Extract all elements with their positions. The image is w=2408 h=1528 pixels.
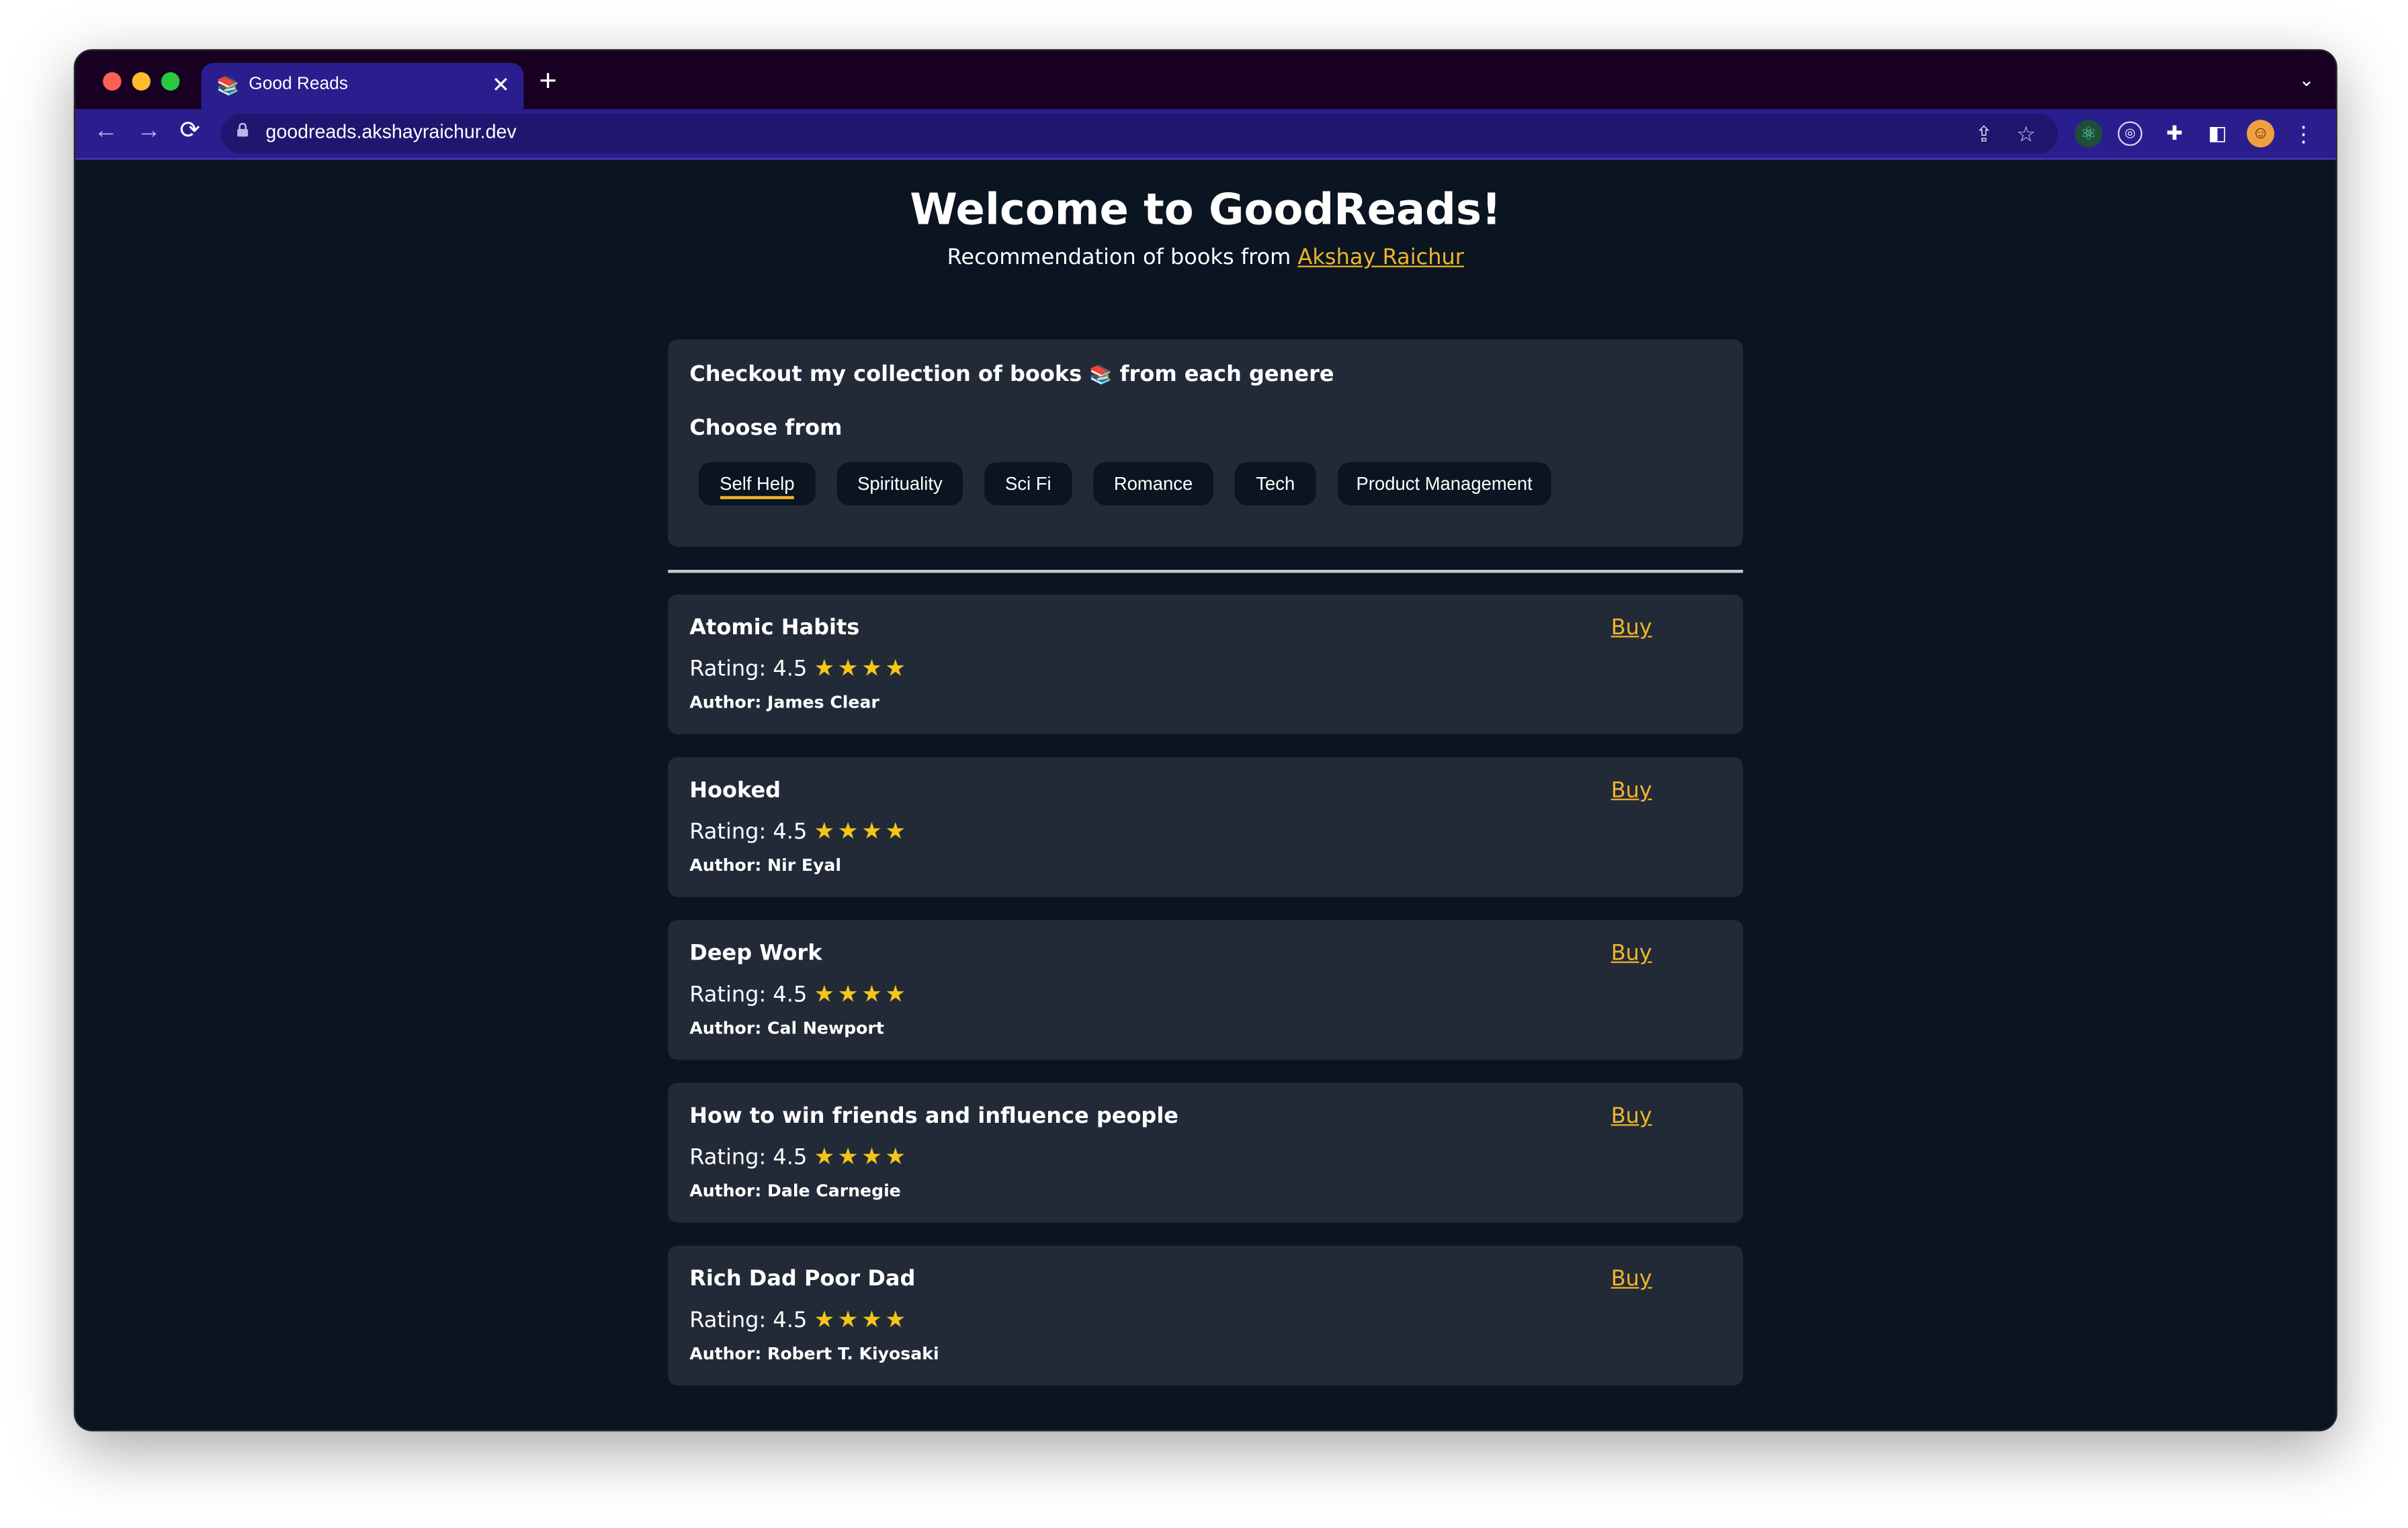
book-rating: Rating: 4.5 ★★★★ [689,1143,908,1171]
book-title: How to win friends and influence people [689,1104,1179,1129]
rating-label: Rating: [689,657,767,682]
stage: 📚 Good Reads ✕ + ⌄ ← → ⟳ goodreads.aksha… [0,0,2408,1528]
browser-toolbar: ← → ⟳ goodreads.akshayraichur.dev ⇪ ☆ ⚛ … [75,109,2336,160]
rating-label: Rating: [689,1146,767,1171]
rating-value: 4.5 [773,1146,808,1171]
rating-stars-icon: ★★★★ [814,816,909,845]
book-rating: Rating: 4.5 ★★★★ [689,980,908,1007]
book-rating: Rating: 4.5 ★★★★ [689,1306,908,1333]
buy-link[interactable]: Buy [1611,1104,1652,1129]
reload-icon[interactable]: ⟳ [179,118,200,146]
book-author: Author: James Clear [689,692,879,713]
category-label: Tech [1256,472,1295,495]
category-label: Sci Fi [1004,472,1051,495]
collection-heading: Checkout my collection of books 📚 from e… [689,362,1334,387]
book-card-atomic-habits: Atomic Habits Rating: 4.5 ★★★★ Author: J… [668,594,1744,734]
book-title: Atomic Habits [689,616,860,641]
book-rating: Rating: 4.5 ★★★★ [689,654,908,682]
books-favicon-icon: 📚 [216,75,240,97]
choose-label: Choose from [689,416,843,441]
new-tab-button[interactable]: + [539,66,557,97]
books-emoji-icon: 📚 [1089,364,1113,386]
rating-stars-icon: ★★★★ [814,654,909,682]
rating-stars-icon: ★★★★ [814,980,909,1008]
back-arrow-icon[interactable]: ← [93,118,118,146]
tab-title: Good Reads [249,75,348,94]
category-button-self-help[interactable]: Self Help [698,462,816,505]
url-text: goodreads.akshayraichur.dev [265,121,517,143]
category-button-romance[interactable]: Romance [1093,462,1213,505]
lock-icon [237,122,249,137]
book-title: Hooked [689,778,781,804]
address-bar[interactable]: goodreads.akshayraichur.dev ⇪ ☆ [221,114,2058,154]
more-menu-icon[interactable]: ⋮ [2290,120,2317,147]
book-card-deep-work: Deep Work Rating: 4.5 ★★★★ Author: Cal N… [668,920,1744,1060]
rating-value: 4.5 [773,657,808,682]
genre-panel: Checkout my collection of books 📚 from e… [668,339,1744,547]
tab-search-chevron-icon[interactable]: ⌄ [2299,69,2315,91]
rating-stars-icon: ★★★★ [814,1305,909,1333]
category-label: Spirituality [857,472,943,495]
rating-value: 4.5 [773,820,808,845]
buy-link[interactable]: Buy [1611,941,1652,966]
rating-label: Rating: [689,1308,767,1333]
side-panel-icon[interactable]: ◧ [2204,120,2231,147]
close-tab-icon[interactable]: ✕ [492,72,510,98]
collection-heading-text: Checkout my collection of books [689,362,1082,387]
category-label: Romance [1113,472,1193,495]
tab-strip: 📚 Good Reads ✕ + ⌄ [75,50,2336,110]
book-title: Deep Work [689,941,822,966]
buy-link[interactable]: Buy [1611,616,1652,641]
book-rating: Rating: 4.5 ★★★★ [689,817,908,845]
profile-avatar[interactable]: ☺ [2246,120,2275,148]
category-button-tech[interactable]: Tech [1234,462,1316,505]
book-card-hooked: Hooked Rating: 4.5 ★★★★ Author: Nir Eyal… [668,757,1744,897]
target-extension-icon[interactable]: ◎ [2117,121,2143,146]
section-divider [668,569,1744,573]
book-author: Author: Dale Carnegie [689,1181,901,1201]
forward-arrow-icon[interactable]: → [136,118,161,146]
page-content: Welcome to GoodReads! Recommendation of … [75,159,2336,1430]
react-devtools-extension-icon[interactable]: ⚛ [2074,120,2103,148]
category-label: Self Help [720,472,795,499]
bookmark-star-icon[interactable]: ☆ [2016,120,2036,147]
collection-heading-suffix: from each genere [1119,362,1334,387]
minimize-window-button[interactable] [132,72,150,91]
tab-good-reads[interactable]: 📚 Good Reads ✕ [201,62,524,110]
category-button-spirituality[interactable]: Spirituality [836,462,963,505]
book-title: Rich Dad Poor Dad [689,1267,916,1292]
buy-link[interactable]: Buy [1611,1267,1652,1292]
share-icon[interactable]: ⇪ [1975,120,1993,147]
page-title: Welcome to GoodReads! [910,184,1502,235]
close-window-button[interactable] [103,72,122,91]
book-author: Author: Cal Newport [689,1018,884,1039]
rating-label: Rating: [689,820,767,845]
rating-value: 4.5 [773,1308,808,1333]
category-button-product-management[interactable]: Product Management [1337,462,1551,505]
book-card-rich-dad-poor-dad: Rich Dad Poor Dad Rating: 4.5 ★★★★ Autho… [668,1245,1744,1386]
category-button-sci-fi[interactable]: Sci Fi [984,462,1072,505]
rating-value: 4.5 [773,982,808,1008]
book-card-how-to-win-friends: How to win friends and influence people … [668,1083,1744,1223]
extensions-puzzle-icon[interactable]: ✚ [2161,120,2188,147]
buy-link[interactable]: Buy [1611,779,1652,804]
book-author: Author: Robert T. Kiyosaki [689,1343,939,1364]
author-link[interactable]: Akshay Raichur [1297,246,1463,271]
rating-label: Rating: [689,982,767,1008]
browser-window: 📚 Good Reads ✕ + ⌄ ← → ⟳ goodreads.aksha… [73,49,2337,1432]
category-label: Product Management [1356,472,1533,495]
book-author: Author: Nir Eyal [689,855,842,876]
page-subtitle: Recommendation of books from Akshay Raic… [75,246,2336,271]
maximize-window-button[interactable] [161,72,180,91]
rating-stars-icon: ★★★★ [814,1142,909,1171]
subtitle-prefix: Recommendation of books from [947,245,1291,271]
